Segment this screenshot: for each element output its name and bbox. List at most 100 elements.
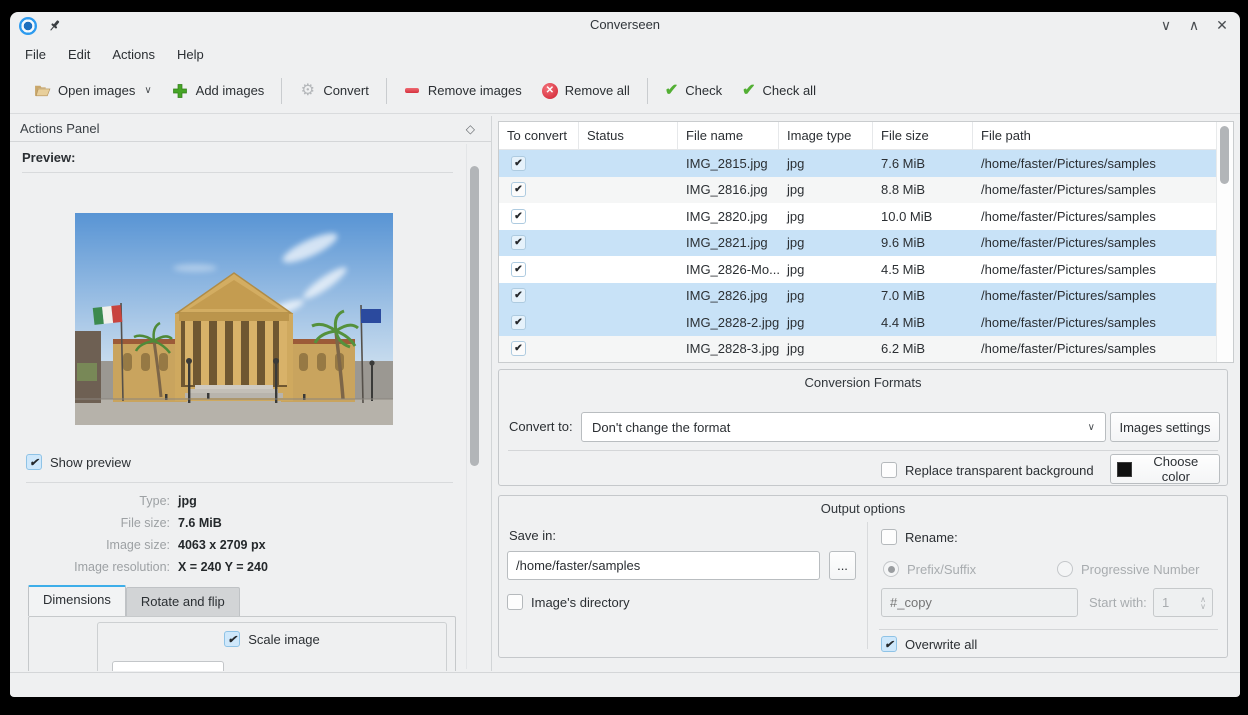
check-icon: ✔ [665,83,678,99]
format-select[interactable]: Don't change the format ∨ [581,412,1106,442]
table-row[interactable]: ✔ IMG_2828-3.jpg jpg 6.2 MiB /home/faste… [499,336,1217,363]
actions-panel-body: Preview: [10,142,491,671]
table-body: ✔ IMG_2815.jpg jpg 7.6 MiB /home/faster/… [499,150,1217,362]
table-row[interactable]: ✔ IMG_2815.jpg jpg 7.6 MiB /home/faster/… [499,150,1217,177]
cell-image-type: jpg [779,156,873,171]
gear-icon: ⚙ [299,82,316,99]
replace-transparent-checkbox[interactable] [881,462,897,478]
remove-images-button[interactable]: Remove images [394,76,532,105]
overwrite-all-row: ✔ Overwrite all [881,636,977,652]
choose-color-button[interactable]: Choose color [1110,454,1220,484]
cell-file-size: 6.2 MiB [873,341,973,356]
convert-to-label: Convert to: [509,412,573,442]
cell-file-size: 4.5 MiB [873,262,973,277]
open-folder-icon [34,82,51,99]
convert-button[interactable]: ⚙ Convert [289,76,379,105]
cell-file-name: IMG_2821.jpg [678,235,779,250]
start-with-label: Start with: [1089,588,1147,617]
cell-image-type: jpg [779,182,873,197]
menu-item[interactable]: Help [166,43,215,66]
table-row[interactable]: ✔ IMG_2826-Mo... jpg 4.5 MiB /home/faste… [499,256,1217,283]
overwrite-all-checkbox[interactable]: ✔ [881,636,897,652]
column-header-to-convert[interactable]: To convert [499,122,579,149]
row-checkbox[interactable]: ✔ [511,156,526,171]
panel-scrollbar-thumb[interactable] [470,166,479,466]
table-row[interactable]: ✔ IMG_2820.jpg jpg 10.0 MiB /home/faster… [499,203,1217,230]
add-images-button[interactable]: Add images [162,76,275,105]
close-button[interactable]: ✕ [1214,17,1230,34]
row-checkbox[interactable]: ✔ [511,341,526,356]
actions-panel-title: Actions Panel [20,121,100,136]
column-header-file-name[interactable]: File name [678,122,779,149]
info-row: Type: jpg [20,490,451,512]
table-scrollbar-thumb[interactable] [1220,126,1229,184]
maximize-button[interactable]: ∧ [1186,17,1202,34]
preview-image [75,213,393,425]
scale-image-checkbox[interactable]: ✔ [224,631,240,647]
check-button[interactable]: ✔ Check [655,77,732,105]
column-header-status[interactable]: Status [579,122,678,149]
prefix-suffix-radio [883,561,899,577]
conversion-formats-group: Conversion Formats Convert to: Don't cha… [498,369,1228,486]
cell-file-size: 7.6 MiB [873,156,973,171]
cell-file-size: 10.0 MiB [873,209,973,224]
table-header: To convert Status File name Image type F… [499,122,1217,150]
rename-checkbox[interactable] [881,529,897,545]
cell-file-name: IMG_2815.jpg [678,156,779,171]
images-directory-checkbox[interactable] [507,594,523,610]
cell-file-size: 9.6 MiB [873,235,973,250]
scale-image-row: ✔ Scale image [98,631,446,647]
scale-image-group: ✔ Scale image [97,622,447,671]
actions-panel: Actions Panel ◇ Preview: [10,116,492,671]
cell-file-name: IMG_2826.jpg [678,288,779,303]
table-row[interactable]: ✔ IMG_2821.jpg jpg 9.6 MiB /home/faster/… [499,230,1217,257]
tab-dimensions[interactable]: Dimensions [28,585,126,616]
chevron-down-icon: ∨ [144,85,151,96]
cell-file-size: 4.4 MiB [873,315,973,330]
row-checkbox[interactable]: ✔ [511,182,526,197]
table-row[interactable]: ✔ IMG_2826.jpg jpg 7.0 MiB /home/faster/… [499,283,1217,310]
menu-item[interactable]: Actions [101,43,166,66]
minimize-button[interactable]: ∨ [1158,17,1174,34]
cell-file-name: IMG_2826-Mo... [678,262,779,277]
column-header-file-size[interactable]: File size [873,122,973,149]
rename-row: Rename: [881,529,958,545]
remove-all-button[interactable]: ✕ Remove all [532,77,640,105]
open-images-button[interactable]: Open images ∨ [24,76,162,105]
images-directory-row: Image's directory [507,594,630,610]
divider [879,629,1218,630]
toolbar-separator [647,78,648,104]
row-checkbox[interactable]: ✔ [511,288,526,303]
column-header-image-type[interactable]: Image type [779,122,873,149]
table-scrollbar[interactable] [1216,122,1233,362]
images-settings-button[interactable]: Images settings [1110,412,1220,442]
actions-panel-header[interactable]: Actions Panel ◇ [10,116,491,142]
column-header-file-path[interactable]: File path [973,122,1217,149]
row-checkbox[interactable]: ✔ [511,262,526,277]
save-in-input[interactable] [507,551,820,580]
browse-button[interactable]: ... [829,551,856,580]
menu-item[interactable]: Edit [57,43,101,66]
output-options-title: Output options [499,501,1227,516]
check-all-button[interactable]: ✔ Check all [732,77,826,105]
panel-scrollbar[interactable] [466,144,480,669]
row-checkbox[interactable]: ✔ [511,315,526,330]
dimensions-tab-panel: ✔ Scale image [28,616,456,671]
save-in-label: Save in: [509,528,556,543]
row-checkbox[interactable]: ✔ [511,235,526,250]
cell-file-path: /home/faster/Pictures/samples [973,315,1217,330]
cell-image-type: jpg [779,262,873,277]
show-preview-checkbox[interactable]: ✔ [26,454,42,470]
table-row[interactable]: ✔ IMG_2816.jpg jpg 8.8 MiB /home/faster/… [499,177,1217,204]
check-all-icon: ✔ [742,83,755,99]
menu-item[interactable]: File [14,43,57,66]
replace-transparent-row: Replace transparent background [881,462,1094,478]
panel-tabs: Dimensions Rotate and flip [28,586,240,616]
row-checkbox[interactable]: ✔ [511,209,526,224]
titlebar[interactable]: Converseen ∨ ∧ ✕ [10,12,1240,40]
table-row[interactable]: ✔ IMG_2828-2.jpg jpg 4.4 MiB /home/faste… [499,309,1217,336]
cropped-control[interactable] [112,661,224,671]
file-info: Type: jpg File size: 7.6 MiB Image size:… [20,490,451,578]
tab-rotate-and-flip[interactable]: Rotate and flip [126,587,240,616]
float-panel-icon[interactable]: ◇ [466,116,475,142]
